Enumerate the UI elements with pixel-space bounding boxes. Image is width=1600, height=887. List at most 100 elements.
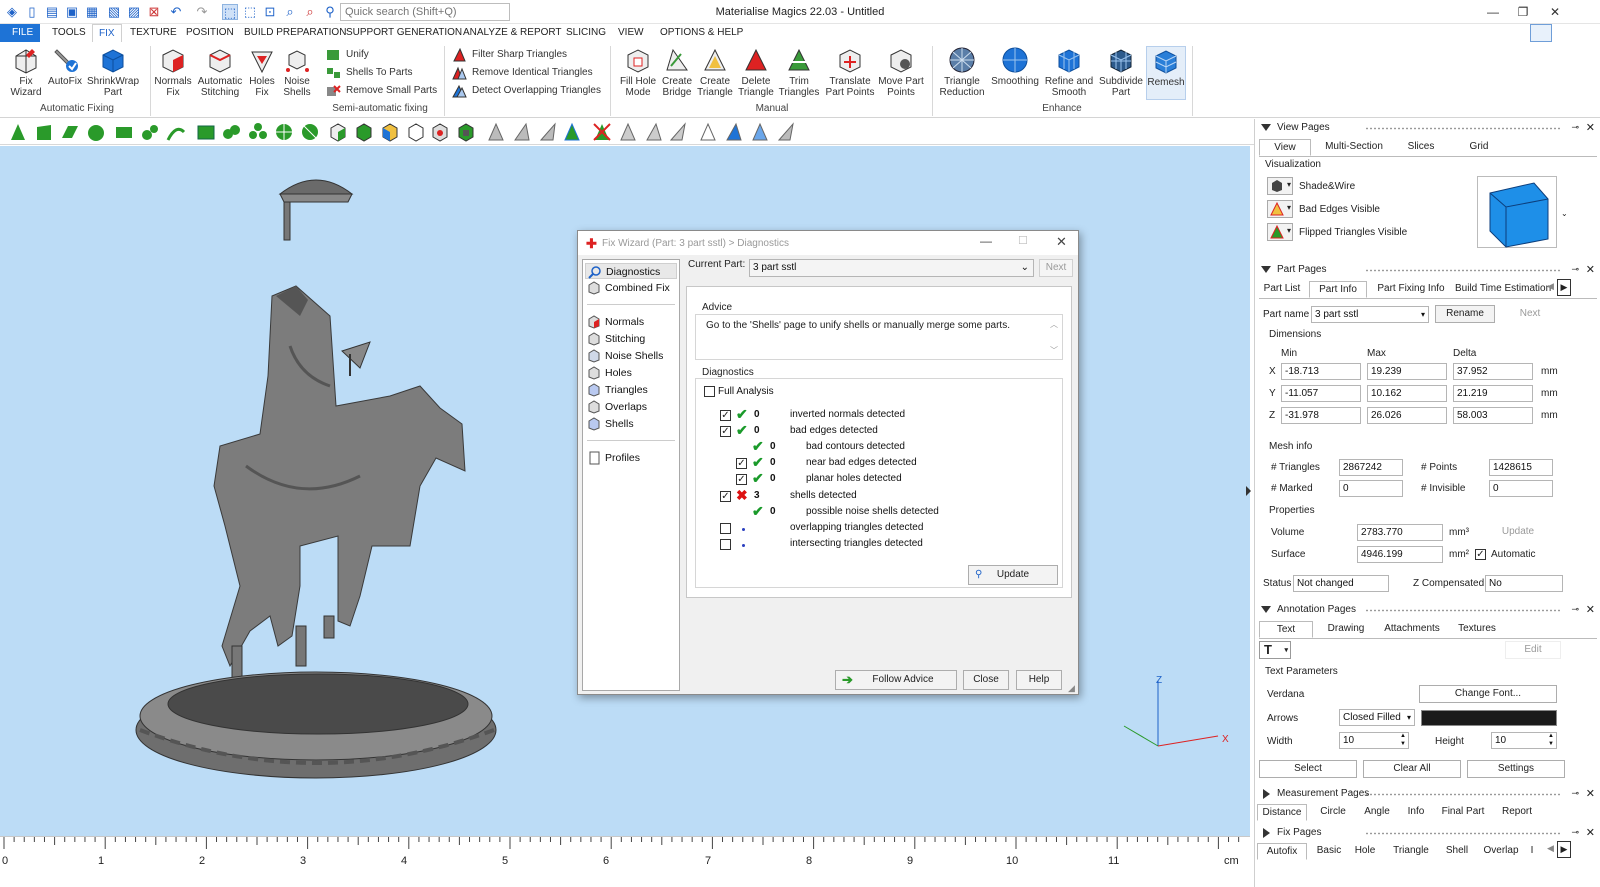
select-button[interactable]: Select <box>1259 760 1357 778</box>
dialog-maximize-button[interactable]: ☐ <box>1018 234 1028 247</box>
remove-small-parts-button[interactable]: Remove Small Parts <box>326 83 437 99</box>
scroll-down-icon[interactable]: ﹀ <box>1050 345 1058 356</box>
marked-field[interactable]: 0 <box>1339 480 1403 497</box>
nav-profiles[interactable]: Profiles <box>585 450 640 466</box>
mark-box-icon[interactable] <box>196 122 216 142</box>
import-icon[interactable]: ▧ <box>106 4 122 20</box>
tab-slices[interactable]: Slices <box>1395 139 1447 156</box>
nav-triangles[interactable]: Triangles <box>585 382 648 398</box>
select-box-icon[interactable]: ⬚ <box>242 4 258 20</box>
tri-outline-icon[interactable] <box>698 122 718 142</box>
shrink-marking-icon[interactable] <box>456 122 476 142</box>
trim-triangles-button[interactable]: Trim Triangles <box>778 46 820 98</box>
x-max-field[interactable]: 19.239 <box>1367 363 1447 380</box>
restore-button[interactable]: ❐ <box>1508 2 1538 22</box>
zoom-window-icon[interactable]: ⊡ <box>262 4 278 20</box>
filter-sharp-triangles-button[interactable]: Filter Sharp Triangles <box>452 47 567 63</box>
tab-more[interactable]: I <box>1527 843 1537 860</box>
follow-advice-button[interactable]: ➔ Follow Advice <box>835 670 957 690</box>
menu-options-help[interactable]: OPTIONS & HELP <box>654 24 749 42</box>
open-icon[interactable]: ▤ <box>44 4 60 20</box>
shrinkwrap-part-button[interactable]: ShrinkWrap Part <box>86 46 140 98</box>
tab-part-list[interactable]: Part List <box>1259 281 1305 298</box>
select-tool-icon[interactable]: ⬚ <box>222 4 238 20</box>
row-checkbox[interactable] <box>720 523 731 534</box>
detect-overlapping-triangles-button[interactable]: Detect Overlapping Triangles <box>452 83 601 99</box>
preview-dropdown-icon[interactable]: ⌄ <box>1561 209 1568 218</box>
tab-attachments[interactable]: Attachments <box>1379 621 1445 638</box>
clear-all-button[interactable]: Clear All <box>1363 760 1461 778</box>
tab-textures[interactable]: Textures <box>1453 621 1501 638</box>
rider-horse-part[interactable] <box>213 285 466 697</box>
tri-filter-3-icon[interactable] <box>668 122 688 142</box>
current-part-select[interactable]: 3 part sstl ⌄ <box>749 259 1034 277</box>
tri-filter-2-icon[interactable] <box>644 122 664 142</box>
fix-pages-header[interactable]: Fix Pages ⊸ ✕ <box>1255 824 1600 842</box>
tri-blue-2-icon[interactable] <box>750 122 770 142</box>
nav-diagnostics[interactable]: Diagnostics <box>585 263 677 279</box>
normals-fix-button[interactable]: Normals Fix <box>154 46 192 98</box>
menu-slicing[interactable]: SLICING <box>560 24 612 42</box>
holes-fix-button[interactable]: Holes Fix <box>246 46 278 98</box>
tab-part-info[interactable]: Part Info <box>1309 281 1367 298</box>
redo-icon[interactable]: ↷ <box>194 4 210 20</box>
unmark-icon[interactable] <box>406 122 426 142</box>
part-pages-header[interactable]: Part Pages ⊸ ✕ <box>1255 261 1600 279</box>
menu-texture[interactable]: TEXTURE <box>124 24 183 42</box>
close-button[interactable]: Close <box>963 670 1009 690</box>
automatic-stitching-button[interactable]: Automatic Stitching <box>196 46 244 98</box>
tab-overlap[interactable]: Overlap <box>1479 843 1523 860</box>
row-checkbox[interactable]: ✓ <box>736 474 747 485</box>
tri-delete-icon[interactable] <box>592 122 612 142</box>
tab-grid[interactable]: Grid <box>1455 139 1503 156</box>
invisible-field[interactable]: 0 <box>1489 480 1553 497</box>
nav-normals[interactable]: Normals <box>585 314 644 330</box>
close-icon[interactable]: ✕ <box>1586 826 1595 839</box>
color-swatch[interactable] <box>1421 710 1557 726</box>
tab-view[interactable]: View <box>1259 139 1311 156</box>
mark-all-icon[interactable] <box>354 122 374 142</box>
shade-wire-dropdown[interactable]: ▾ <box>1267 177 1293 195</box>
tab-circle[interactable]: Circle <box>1313 804 1353 821</box>
invert-marking-icon[interactable] <box>380 122 400 142</box>
menu-support-generation[interactable]: SUPPORT GENERATION <box>340 24 468 42</box>
resize-grip-icon[interactable]: ◢ <box>1068 683 1075 694</box>
x-min-field[interactable]: -18.713 <box>1281 363 1361 380</box>
tri-select-1-icon[interactable] <box>486 122 506 142</box>
volume-field[interactable]: 2783.770 <box>1357 524 1443 541</box>
quick-search-input[interactable] <box>340 3 510 21</box>
y-min-field[interactable]: -11.057 <box>1281 385 1361 402</box>
menu-build-preparation[interactable]: BUILD PREPARATION <box>238 24 352 42</box>
height-stepper[interactable]: 10 ▲ ▼ <box>1491 732 1557 749</box>
mark-rect-icon[interactable] <box>114 122 134 142</box>
mark-flower-icon[interactable] <box>248 122 268 142</box>
app-logo-icon[interactable]: ◈ <box>4 4 20 20</box>
mark-contour-icon[interactable] <box>140 122 160 142</box>
tab-scroll-left-icon[interactable]: ◀ <box>1547 281 1554 292</box>
mark-wheel-icon[interactable] <box>274 122 294 142</box>
delete-triangle-button[interactable]: Delete Triangle <box>736 46 776 98</box>
export-icon[interactable]: ▨ <box>126 4 142 20</box>
close-icon[interactable]: ✕ <box>1586 121 1595 134</box>
subdivide-part-button[interactable]: Subdivide Part <box>1098 46 1144 98</box>
umbrella-part[interactable] <box>278 179 354 241</box>
tab-multi-section[interactable]: Multi-Section <box>1319 139 1389 156</box>
tab-final-part[interactable]: Final Part <box>1437 804 1489 821</box>
width-stepper[interactable]: 10 ▲ ▼ <box>1339 732 1409 749</box>
layout-icon[interactable] <box>1530 24 1552 42</box>
edit-button[interactable]: Edit <box>1505 641 1561 659</box>
triangle-reduction-button[interactable]: Triangle Reduction <box>936 46 988 98</box>
autofix-button[interactable]: AutoFix <box>46 46 84 87</box>
next-button[interactable]: Next <box>1039 259 1073 277</box>
full-analysis-checkbox[interactable] <box>704 386 715 397</box>
tab-scroll-left-icon[interactable]: ◀ <box>1547 843 1554 854</box>
save-icon[interactable]: ▣ <box>64 4 80 20</box>
minimize-button[interactable]: — <box>1478 2 1508 22</box>
menu-analyze-report[interactable]: ANALYZE & REPORT <box>457 24 568 42</box>
bad-edges-dropdown[interactable]: ▾ <box>1267 200 1293 218</box>
menu-fix[interactable]: FIX <box>92 24 122 42</box>
rename-button[interactable]: Rename <box>1435 305 1495 323</box>
tab-text[interactable]: Text <box>1259 621 1313 638</box>
fill-hole-mode-button[interactable]: Fill Hole Mode <box>616 46 660 98</box>
tab-basic[interactable]: Basic <box>1311 843 1347 860</box>
